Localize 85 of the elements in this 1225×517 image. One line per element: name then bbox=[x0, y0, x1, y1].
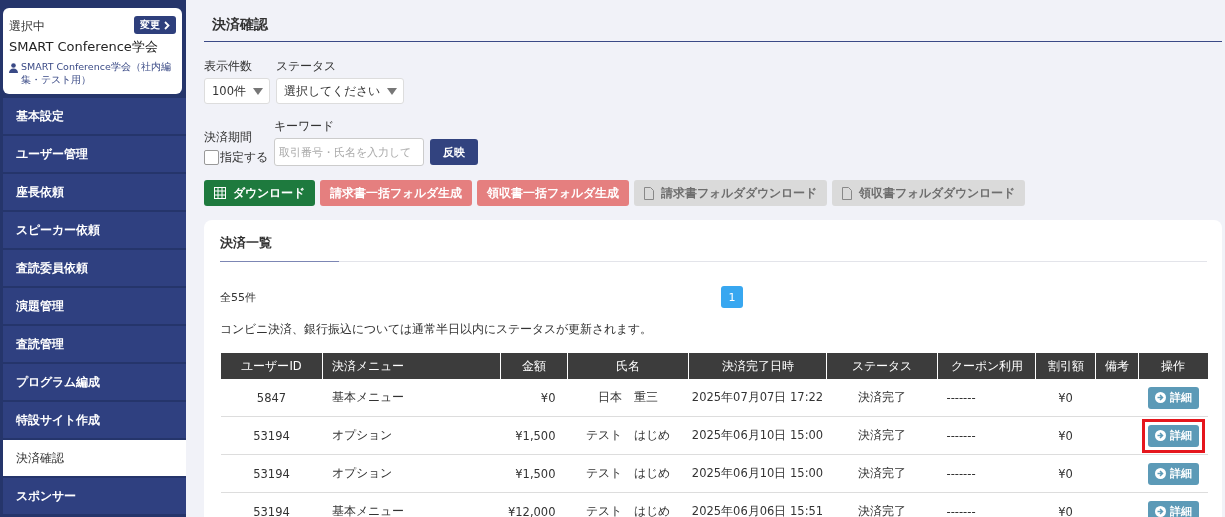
column-header: クーポン利用 bbox=[937, 353, 1036, 379]
table-cell: 2025年06月10日 15:00 bbox=[691, 428, 824, 442]
checkbox[interactable] bbox=[204, 150, 219, 165]
document-icon bbox=[842, 186, 852, 200]
arrow-circle-icon bbox=[1154, 506, 1166, 517]
table-cell: ¥1,500 bbox=[515, 428, 556, 443]
sidebar-item[interactable]: 査読委員依頼 bbox=[3, 250, 186, 286]
table-cell: ------- bbox=[946, 428, 976, 443]
selected-label: 選択中 bbox=[9, 18, 45, 35]
action-button[interactable]: 請求書フォルダダウンロード bbox=[634, 180, 827, 206]
table-cell: テスト はじめ bbox=[586, 428, 670, 442]
dropdown-caret-icon bbox=[252, 87, 263, 95]
section-title: 決済一覧 bbox=[220, 234, 273, 252]
table-cell: 基本メニュー bbox=[331, 390, 404, 404]
column-header: 割引額 bbox=[1035, 353, 1096, 379]
total-count: 全55件 bbox=[220, 289, 256, 305]
status-dropdown[interactable]: 選択してください bbox=[275, 78, 404, 104]
arrow-circle-icon bbox=[1154, 392, 1166, 403]
table-cell: オプション bbox=[331, 466, 392, 480]
sidebar-item[interactable]: 演題管理 bbox=[3, 288, 186, 324]
table-cell: 基本メニュー bbox=[331, 504, 404, 517]
table-cell: オプション bbox=[331, 428, 392, 442]
keyword-field[interactable]: 取引番号・氏名を入力して bbox=[274, 138, 424, 166]
sidebar-item[interactable]: 基本設定 bbox=[3, 98, 186, 134]
count-dropdown[interactable]: 100件 bbox=[204, 78, 270, 104]
arrow-circle-icon bbox=[1154, 468, 1166, 479]
table-cell: 決済完了 bbox=[858, 390, 906, 404]
table-cell: ¥12,000 bbox=[507, 504, 556, 517]
column-header: 氏名 bbox=[567, 353, 689, 379]
table-cell: 決済完了 bbox=[858, 428, 906, 442]
table-cell: 53194 bbox=[253, 428, 290, 443]
table-cell: 決済完了 bbox=[858, 466, 906, 480]
table-cell: ------- bbox=[946, 466, 976, 481]
document-icon bbox=[644, 186, 654, 200]
table-cell: 決済完了 bbox=[858, 504, 906, 517]
column-header: 備考 bbox=[1095, 353, 1139, 379]
table-cell: 5847 bbox=[256, 390, 287, 405]
table-cell: 2025年07月07日 17:22 bbox=[691, 390, 824, 404]
field-label: ステータス bbox=[275, 58, 337, 75]
table-cell: 日本 重三 bbox=[598, 390, 658, 404]
column-header: 決済完了日時 bbox=[688, 353, 827, 379]
notice-text: コンビニ決済、銀行振込については通常半日以内にステータスが更新されます。 bbox=[220, 321, 653, 338]
user-name: SMART Conference学会（社内編集・テスト用） bbox=[21, 60, 172, 86]
arrow-circle-icon bbox=[1154, 430, 1166, 441]
user-icon bbox=[9, 63, 18, 73]
table-cell: テスト はじめ bbox=[586, 504, 670, 517]
column-header: 操作 bbox=[1138, 353, 1208, 379]
action-button[interactable]: 領収書フォルダダウンロード bbox=[832, 180, 1025, 206]
checkbox-label: 指定する bbox=[220, 149, 268, 166]
sidebar-item[interactable]: 特設サイト作成 bbox=[3, 402, 186, 438]
page-title: 決済確認 bbox=[204, 0, 1222, 42]
table-cell: ------- bbox=[946, 504, 976, 517]
sidebar-item[interactable]: プログラム編成 bbox=[3, 364, 186, 400]
table-cell: 2025年06月06日 15:51 bbox=[691, 504, 824, 517]
field-label: 決済期間 bbox=[204, 129, 253, 146]
table-cell: ¥1,500 bbox=[515, 466, 556, 481]
download-button[interactable]: ダウンロード bbox=[204, 180, 315, 206]
table-cell: ¥0 bbox=[540, 390, 556, 405]
sidebar-item[interactable]: 査読管理 bbox=[3, 326, 186, 362]
chevron-icon bbox=[164, 20, 170, 30]
table-cell: 2025年06月10日 15:00 bbox=[691, 466, 824, 480]
change-button[interactable]: 変更 bbox=[134, 16, 176, 34]
sidebar-item[interactable]: スポンサー bbox=[3, 478, 186, 514]
sidebar-item[interactable]: 決済確認 bbox=[3, 440, 186, 476]
apply-button[interactable]: 反映 bbox=[430, 139, 478, 165]
column-header: 金額 bbox=[500, 353, 568, 379]
field-label: 表示件数 bbox=[204, 58, 253, 75]
table-cell: ------- bbox=[946, 390, 976, 405]
column-header: ユーザーID bbox=[220, 353, 323, 379]
table-cell: ¥0 bbox=[1058, 466, 1073, 481]
organization-name: SMART Conference学会 bbox=[9, 38, 159, 56]
sidebar-item[interactable]: 座長依頼 bbox=[3, 174, 186, 210]
table-cell: 53194 bbox=[253, 504, 290, 517]
table-cell: ¥0 bbox=[1058, 428, 1073, 443]
table-cell: 53194 bbox=[253, 466, 290, 481]
table-cell: ¥0 bbox=[1058, 504, 1073, 517]
table-cell: テスト はじめ bbox=[586, 466, 670, 480]
grid-icon bbox=[214, 187, 226, 199]
field-label: キーワード bbox=[274, 118, 335, 135]
table-cell: ¥0 bbox=[1058, 390, 1073, 405]
sidebar-item[interactable]: スピーカー依頼 bbox=[3, 212, 186, 248]
column-header: ステータス bbox=[826, 353, 938, 379]
dropdown-caret-icon bbox=[386, 87, 397, 95]
column-header: 決済メニュー bbox=[322, 353, 501, 379]
sidebar-item[interactable]: ユーザー管理 bbox=[3, 136, 186, 172]
